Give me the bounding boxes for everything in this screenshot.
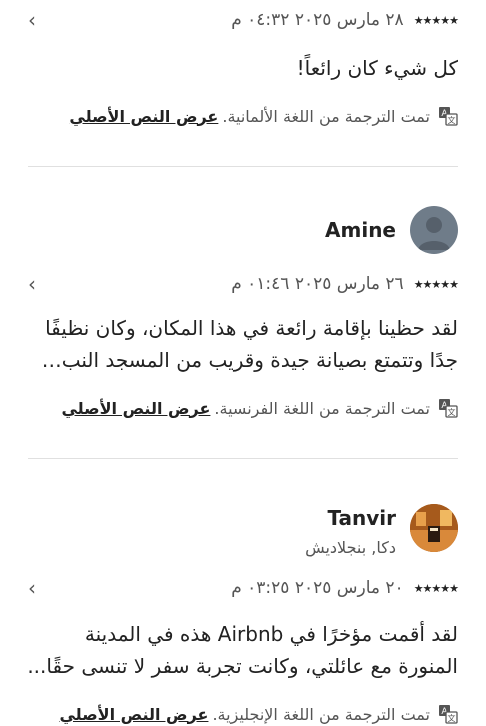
review-meta: ★★★★★ ٢٦ مارس ٢٠٢٥ ٠١:٤٦ م xyxy=(231,272,459,296)
translate-icon: A 文 xyxy=(439,107,458,126)
translate-icon: A 文 xyxy=(439,399,458,418)
svg-text:文: 文 xyxy=(448,115,456,125)
translated-note: تمت الترجمة من اللغة الإنجليزية. xyxy=(212,704,430,724)
show-original-link[interactable]: عرض النص الأصلي xyxy=(59,705,208,724)
avatar[interactable] xyxy=(410,504,458,552)
divider xyxy=(28,458,458,459)
chevron-left-icon[interactable]: ‹ xyxy=(28,272,36,296)
review-text-line: لقد حظينا بإقامة رائعة في هذا المكان، وك… xyxy=(45,316,458,340)
review-text-line: المنورة مع عائلتي، وكانت تجربة سفر لا تن… xyxy=(28,654,458,678)
review-2: Amine ‹ ★★★★★ ٢٦ مارس ٢٠٢٥ ٠١:٤٦ م لقد ح… xyxy=(0,200,486,440)
review-date: ٢٠ مارس ٢٠٢٥ ٠٣:٢٥ م xyxy=(231,578,404,598)
review-text-line: كل شيء كان رائعاً! xyxy=(296,56,458,80)
review-meta: ★★★★★ ٢٨ مارس ٢٠٢٥ ٠٤:٣٢ م xyxy=(231,8,459,32)
reviewer-name: Tanvir xyxy=(327,506,396,530)
reviewer-photo-icon xyxy=(410,504,458,552)
chevron-left-icon[interactable]: ‹ xyxy=(28,576,36,600)
review-text-line: لقد أقمت مؤخرًا في Airbnb هذه في المدينة xyxy=(84,622,458,646)
translated-note: تمت الترجمة من اللغة الألمانية. xyxy=(222,106,430,126)
avatar[interactable] xyxy=(410,206,458,254)
translate-icon: A 文 xyxy=(439,705,458,724)
translation-row: A 文 تمت الترجمة من اللغة الألمانية. عرض … xyxy=(69,104,458,128)
default-avatar-icon xyxy=(418,217,450,250)
divider xyxy=(28,166,458,167)
rating-stars: ★★★★★ xyxy=(413,277,459,291)
svg-text:文: 文 xyxy=(448,407,456,417)
review-meta: ★★★★★ ٢٠ مارس ٢٠٢٥ ٠٣:٢٥ م xyxy=(231,576,459,600)
review-3: Tanvir دكا, بنجلاديش ‹ ★★★★★ ٢٠ مارس ٢٠٢… xyxy=(0,500,486,724)
review-date: ٢٨ مارس ٢٠٢٥ ٠٤:٣٢ م xyxy=(231,10,404,30)
show-original-link[interactable]: عرض النص الأصلي xyxy=(61,399,210,418)
review-date: ٢٦ مارس ٢٠٢٥ ٠١:٤٦ م xyxy=(231,274,404,294)
review-text: لقد حظينا بإقامة رائعة في هذا المكان، وك… xyxy=(28,312,458,376)
review-text: كل شيء كان رائعاً! xyxy=(28,52,458,84)
translated-note: تمت الترجمة من اللغة الفرنسية. xyxy=(214,398,430,418)
translation-row: A 文 تمت الترجمة من اللغة الفرنسية. عرض ا… xyxy=(61,396,458,420)
rating-stars: ★★★★★ xyxy=(413,581,459,595)
reviewer-name: Amine xyxy=(325,218,396,242)
review-1: ‹ ★★★★★ ٢٨ مارس ٢٠٢٥ ٠٤:٣٢ م كل شيء كان … xyxy=(0,0,486,160)
svg-text:文: 文 xyxy=(448,713,456,723)
review-text: لقد أقمت مؤخرًا في Airbnb هذه في المدينة… xyxy=(28,618,458,682)
show-original-link[interactable]: عرض النص الأصلي xyxy=(69,107,218,126)
translation-row: A 文 تمت الترجمة من اللغة الإنجليزية. عرض… xyxy=(59,702,458,726)
reviewer-location: دكا, بنجلاديش xyxy=(305,538,396,557)
rating-stars: ★★★★★ xyxy=(413,13,459,27)
chevron-left-icon[interactable]: ‹ xyxy=(28,8,36,32)
review-text-line: جدًا وتتمتع بصيانة جيدة وقريب من المسجد … xyxy=(41,348,458,372)
